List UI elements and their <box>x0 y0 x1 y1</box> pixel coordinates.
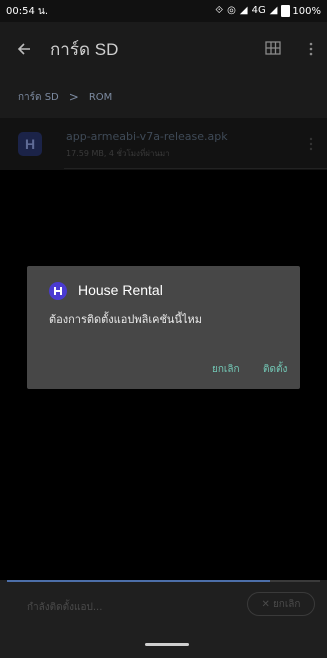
progress-bar <box>7 580 320 582</box>
cancel-button[interactable]: ยกเลิก <box>212 362 240 377</box>
app-bar: การ์ด SD <box>0 22 327 76</box>
more-vert-icon[interactable] <box>307 40 315 58</box>
status-icons: ⟐ ◎ ◢ 4G ◢ 100% <box>215 5 321 17</box>
progress-label: กำลังติดตั้งแอป... <box>27 602 103 613</box>
file-more-icon[interactable] <box>309 136 315 152</box>
install-button[interactable]: ติดตั้ง <box>263 362 287 377</box>
breadcrumb-item-rom[interactable]: ROM <box>89 92 112 103</box>
network-type: 4G <box>251 5 266 16</box>
install-progress-panel: กำลังติดตั้งแอป... ✕ ยกเลิก <box>0 580 327 658</box>
file-name: app-armeabi-v7a-release.apk <box>66 130 228 143</box>
divider <box>64 168 327 169</box>
home-indicator[interactable] <box>145 643 189 646</box>
file-meta: 17.59 MB, 4 ชั่วโมงที่ผ่านมา <box>66 149 170 158</box>
cancel-install-button[interactable]: ✕ ยกเลิก <box>247 592 315 616</box>
vibrate-icon: ⟐ <box>215 5 224 16</box>
cell-signal-icon: ◢ <box>269 5 278 16</box>
breadcrumb-item-sd-card[interactable]: การ์ด SD <box>18 90 59 105</box>
page-title: การ์ด SD <box>50 39 119 59</box>
house-rental-app-icon <box>49 282 67 300</box>
hotspot-icon: ◎ <box>227 5 236 16</box>
battery-icon <box>281 5 291 17</box>
breadcrumb: การ์ด SD > ROM <box>0 76 327 118</box>
progress-fill <box>7 580 270 582</box>
battery-level: 100% <box>292 5 321 17</box>
apk-app-icon: H <box>18 132 42 156</box>
dialog-title: House Rental <box>78 282 163 298</box>
chevron-right-icon: > <box>68 90 79 104</box>
grid-view-icon[interactable] <box>265 40 283 58</box>
screen: 00:54 น. ⟐ ◎ ◢ 4G ◢ 100% การ์ด SD การ์ด … <box>0 0 327 658</box>
cancel-install-label: ยกเลิก <box>272 598 301 610</box>
status-bar: 00:54 น. ⟐ ◎ ◢ 4G ◢ 100% <box>0 0 327 22</box>
status-time: 00:54 น. <box>6 5 49 17</box>
battery: 100% <box>281 5 321 17</box>
close-icon: ✕ <box>261 598 270 610</box>
back-arrow-icon[interactable] <box>12 37 36 61</box>
dialog-message: ต้องการติดตั้งแอปพลิเคชันนี้ไหม <box>49 313 202 326</box>
wifi-signal-icon: ◢ <box>239 5 248 16</box>
list-item[interactable]: H app-armeabi-v7a-release.apk 17.59 MB, … <box>0 118 327 170</box>
install-dialog: House Rental ต้องการติดตั้งแอปพลิเคชันนี… <box>27 266 300 389</box>
